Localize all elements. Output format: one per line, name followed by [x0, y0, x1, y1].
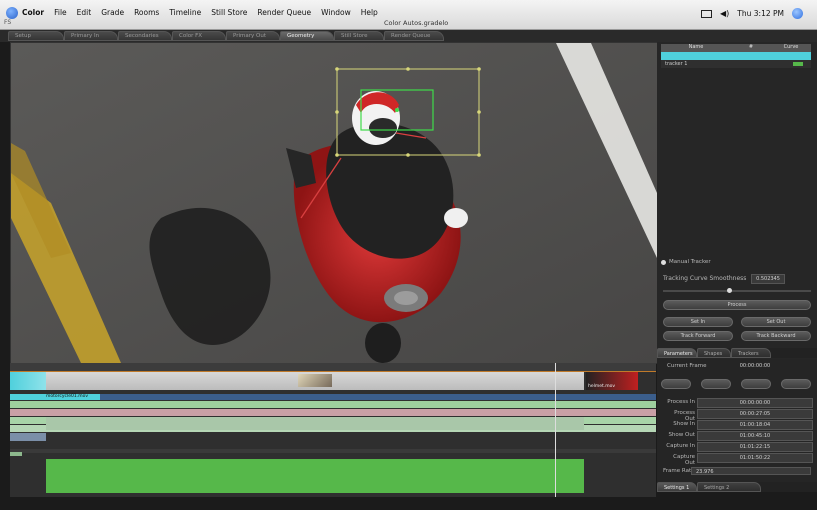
tracker-name: tracker 1 [665, 61, 688, 67]
image-viewer[interactable] [10, 42, 658, 364]
menu-file[interactable]: File [54, 8, 67, 17]
current-frame-field[interactable]: 00:00:00:00 [735, 362, 775, 370]
tab-trackers[interactable]: Trackers [731, 348, 771, 358]
show-in-field[interactable]: 01:00:18:04 [697, 420, 813, 430]
menu-window[interactable]: Window [321, 8, 351, 17]
process-button[interactable]: Process [663, 300, 811, 310]
process-in-label: Process In [667, 399, 695, 405]
menu-list: Color File Edit Grade Rooms Timeline Sti… [22, 8, 378, 17]
show-out-label: Show Out [668, 432, 695, 438]
clock[interactable]: Thu 3:12 PM [737, 9, 784, 18]
track-row-6[interactable] [10, 433, 46, 441]
show-out-field[interactable]: 01:00:45:10 [697, 431, 813, 441]
manual-tracker-label: Manual Tracker [669, 259, 711, 265]
tracking-smoothness-field[interactable]: 0.502345 [751, 274, 785, 284]
menu-edit[interactable]: Edit [77, 8, 92, 17]
manual-tracker-radio[interactable] [661, 260, 666, 265]
clip-thumb-start[interactable] [10, 372, 46, 390]
tab-render-queue[interactable]: Render Queue [384, 31, 444, 41]
menu-extras: ◀) Thu 3:12 PM [701, 8, 803, 19]
capture-out-label: Capture Out [673, 454, 695, 466]
track-row-2[interactable] [10, 409, 656, 416]
col-num[interactable]: # [731, 44, 771, 52]
tracker-row-selected[interactable] [661, 52, 811, 60]
menu-still-store[interactable]: Still Store [211, 8, 247, 17]
parameters-panel: Current Frame 00:00:00:00 Process In 00:… [657, 359, 817, 485]
param-button-2[interactable] [701, 379, 731, 389]
clip-label-start: motorcycle01.mov [46, 394, 88, 399]
tab-color-fx[interactable]: Color FX [172, 31, 226, 41]
playhead[interactable] [555, 363, 556, 497]
green-grade-track[interactable] [46, 459, 584, 493]
window-title: Color Autos.gradelo [384, 19, 449, 27]
volume-icon[interactable]: ◀) [720, 9, 729, 18]
track-video-cyan[interactable]: motorcycle01.mov [10, 394, 656, 400]
menu-app-color[interactable]: Color [22, 8, 44, 17]
param-button-3[interactable] [741, 379, 771, 389]
tab-shapes[interactable]: Shapes [697, 348, 731, 358]
motorcycle-frame [11, 43, 657, 363]
battery-icon[interactable] [701, 9, 713, 18]
process-in-field[interactable]: 00:00:00:00 [697, 398, 813, 408]
timeline-ruler[interactable] [10, 363, 656, 372]
tracking-panel: Name # Curve tracker 1 Manual Tracker Tr… [657, 42, 817, 360]
show-in-label: Show In [673, 421, 695, 427]
set-out-button[interactable]: Set Out [741, 317, 811, 327]
tab-still-store[interactable]: Still Store [334, 31, 384, 41]
set-in-button[interactable]: Set In [663, 317, 733, 327]
capture-in-field[interactable]: 01:01:22:15 [697, 442, 813, 452]
track-backward-button[interactable]: Track Backward [741, 331, 811, 341]
audio-track-marker[interactable] [10, 452, 22, 456]
timeline-divider [10, 449, 656, 453]
tab-primary-in[interactable]: Primary In [64, 31, 118, 41]
apple-menu-icon[interactable] [6, 7, 18, 19]
tab-setup[interactable]: Setup [8, 31, 64, 41]
process-out-field[interactable]: 00:00:27:05 [697, 409, 813, 419]
menu-timeline[interactable]: Timeline [169, 8, 201, 17]
tab-secondaries[interactable]: Secondaries [118, 31, 172, 41]
track-row-5[interactable] [46, 417, 584, 430]
tab-settings-1[interactable]: Settings 1 [657, 482, 697, 492]
param-button-1[interactable] [661, 379, 691, 389]
menu-grade[interactable]: Grade [101, 8, 124, 17]
tracker-curve-swatch [793, 62, 803, 66]
tab-primary-out[interactable]: Primary Out [226, 31, 280, 41]
current-frame-label: Current Frame [667, 363, 707, 369]
slider-knob[interactable] [727, 288, 733, 293]
capture-in-label: Capture In [666, 443, 695, 449]
tracker-list-header: Name # Curve [661, 44, 811, 52]
settings-tabs: Settings 1 Settings 2 [657, 482, 817, 492]
room-tabs: Setup Primary In Secondaries Color FX Pr… [0, 30, 817, 42]
col-name[interactable]: Name [661, 44, 731, 52]
clip-thumb-middle [298, 374, 332, 387]
menu-bar: FS Color File Edit Grade Rooms Timeline … [0, 0, 817, 30]
tracker-row[interactable]: tracker 1 [661, 60, 811, 68]
tab-geometry[interactable]: Geometry [280, 31, 334, 41]
menu-sub-label: FS [4, 19, 12, 26]
spotlight-icon[interactable] [792, 8, 803, 19]
param-button-4[interactable] [781, 379, 811, 389]
tracking-smoothness-slider[interactable] [663, 288, 811, 293]
tracking-smoothness-label: Tracking Curve Smoothness [663, 275, 747, 282]
track-row-1[interactable] [10, 401, 656, 408]
menu-rooms[interactable]: Rooms [134, 8, 159, 17]
clip-label-end: helmet.mov [588, 384, 616, 389]
track-forward-button[interactable]: Track Forward [663, 331, 733, 341]
frame-rate-select[interactable]: 23.976 [691, 467, 811, 475]
tab-parameters[interactable]: Parameters [657, 348, 697, 358]
menu-render-queue[interactable]: Render Queue [257, 8, 311, 17]
capture-out-field[interactable]: 01:01:50:22 [697, 453, 813, 463]
timeline[interactable]: helmet.mov motorcycle01.mov [10, 363, 656, 497]
col-curve[interactable]: Curve [771, 44, 811, 52]
frame-rate-label: Frame Rate [663, 468, 695, 474]
menu-help[interactable]: Help [361, 8, 378, 17]
tab-settings-2[interactable]: Settings 2 [697, 482, 761, 492]
parameter-tabs: Parameters Shapes Trackers [657, 348, 817, 358]
